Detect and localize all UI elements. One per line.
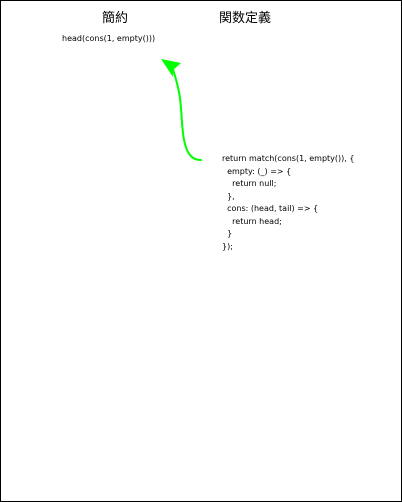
arrow-head bbox=[161, 59, 181, 77]
arrow-shaft bbox=[170, 63, 202, 162]
curved-arrow-icon bbox=[161, 59, 202, 162]
